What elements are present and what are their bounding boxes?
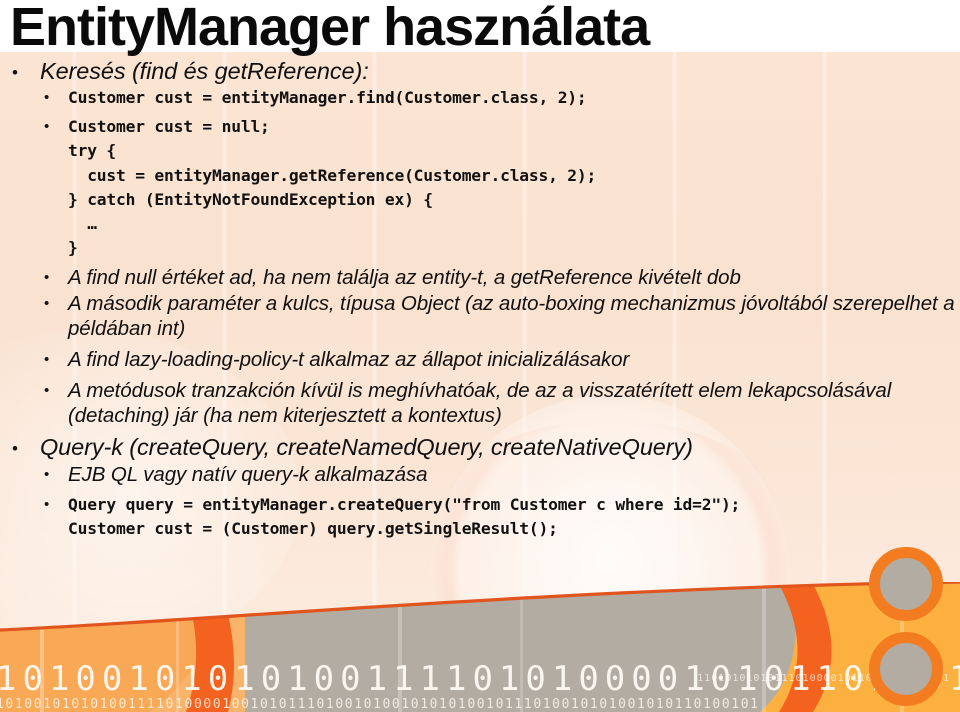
code-line-find: • Customer cust = entityManager.find(Cus… — [44, 86, 960, 110]
bullet-second-parameter: • A második paraméter a kulcs, típusa Ob… — [44, 291, 960, 341]
bullet-text: Query-k (createQuery, createNamedQuery, … — [40, 434, 693, 461]
bullet-dot-icon: • — [44, 89, 50, 107]
code-text: Query query = entityManager.createQuery(… — [68, 495, 741, 515]
bullet-dot-icon: • — [12, 63, 18, 82]
code-line-query-2: • Customer cust = (Customer) query.getSi… — [44, 517, 960, 541]
code-line-try-4: • } catch (EntityNotFoundException ex) { — [44, 188, 960, 212]
slide-content: • Keresés (find és getReference): • Cust… — [0, 58, 960, 541]
bullet-dot-icon: • — [44, 496, 50, 514]
bullet-keresés: • Keresés (find és getReference): — [12, 58, 960, 85]
code-text: Customer cust = entityManager.find(Custo… — [68, 88, 587, 108]
binary-digits-small: 1010010101010011110100001001010111010010… — [0, 697, 760, 712]
code-line-try-5: • … — [44, 212, 960, 236]
bullet-dot-icon: • — [44, 269, 50, 287]
code-text: Customer cust = (Customer) query.getSing… — [68, 519, 558, 539]
bullet-ejbql: • EJB QL vagy natív query-k alkalmazása — [44, 462, 960, 487]
slide-canvas: EntityManager használata 101001010101001… — [0, 0, 960, 712]
bullet-dot-icon: • — [44, 382, 50, 400]
bullet-text: A find null értéket ad, ha nem találja a… — [68, 266, 741, 290]
bullet-text: A második paraméter a kulcs, típusa Obje… — [68, 292, 955, 341]
decorative-ring-lower — [869, 632, 943, 706]
code-line-try-3: • cust = entityManager.getReference(Cust… — [44, 164, 960, 188]
bullet-dot-icon: • — [44, 118, 50, 136]
code-text: cust = entityManager.getReference(Custom… — [68, 165, 597, 185]
bullet-dot-icon: • — [44, 466, 50, 484]
code-text: } catch (EntityNotFoundException ex) { — [68, 189, 433, 209]
bullet-dot-icon: • — [12, 439, 18, 459]
bullet-text: Keresés (find és getReference): — [40, 58, 369, 84]
code-text: } — [68, 237, 78, 257]
code-text: … — [68, 213, 97, 233]
bullet-text: A find lazy-loading-policy-t alkalmaz az… — [68, 348, 630, 372]
bullet-dot-icon: • — [44, 351, 50, 369]
bullet-queries: • Query-k (createQuery, createNamedQuery… — [12, 434, 960, 461]
bullet-lazy-loading: • A find lazy-loading-policy-t alkalmaz … — [44, 347, 960, 372]
decorative-bottom-band: 1010010101010011110101000010101101001011… — [0, 582, 960, 712]
code-text: try { — [68, 141, 117, 161]
bullet-dot-icon: • — [44, 295, 50, 313]
slide-title: EntityManager használata — [10, 0, 650, 57]
bullet-find-null: • A find null értéket ad, ha nem találja… — [44, 265, 960, 290]
code-line-try-6: • } — [44, 236, 960, 260]
bullet-text: A metódusok tranzakción kívül is meghívh… — [68, 379, 892, 428]
code-line-try-2: • try { — [44, 139, 960, 163]
bullet-detaching: • A metódusok tranzakción kívül is meghí… — [44, 378, 960, 428]
decorative-ring-upper — [869, 547, 943, 621]
code-text: Customer cust = null; — [68, 117, 270, 137]
bullet-text: EJB QL vagy natív query-k alkalmazása — [68, 463, 428, 487]
code-line-try-1: • Customer cust = null; — [44, 115, 960, 139]
code-line-query-1: • Query query = entityManager.createQuer… — [44, 493, 960, 517]
